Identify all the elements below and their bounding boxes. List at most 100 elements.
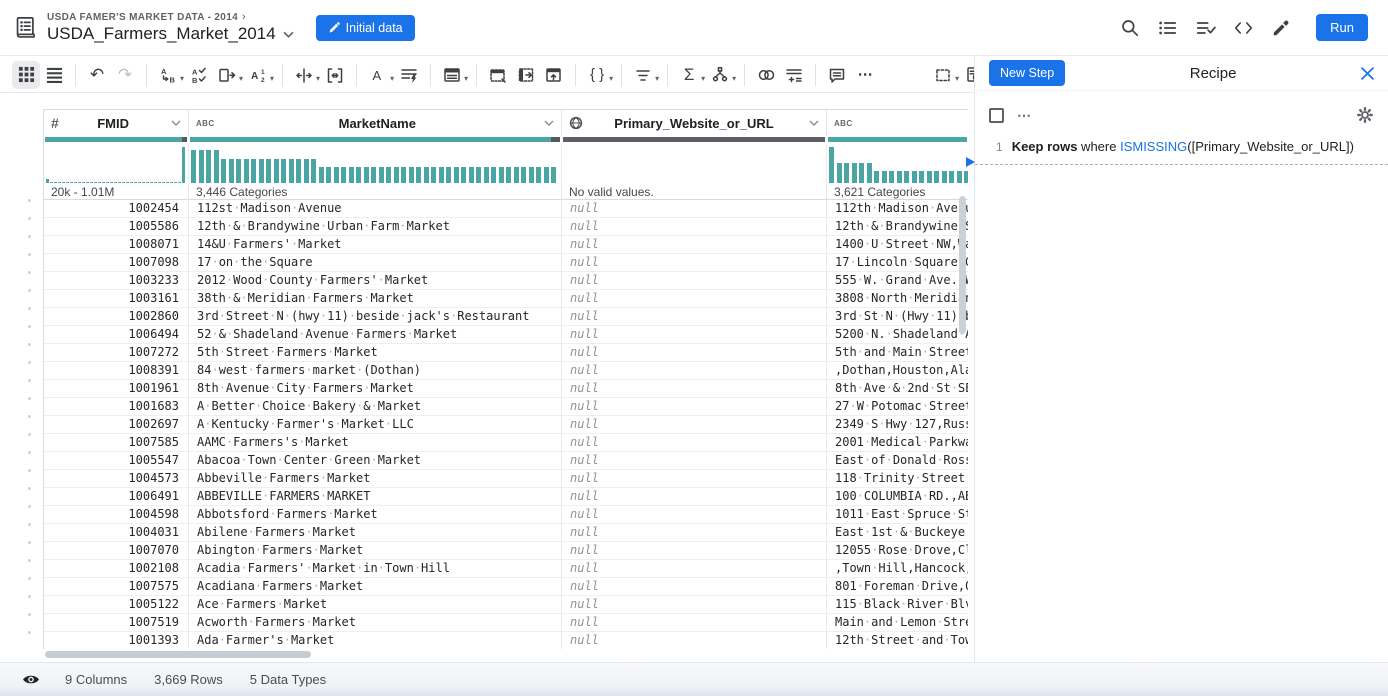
cell-address[interactable]: East·of·Donald·Ross· [827, 452, 968, 470]
cell-fmid[interactable]: 1006494 [44, 326, 189, 344]
replace-values-button[interactable]: AB [154, 61, 182, 89]
cell-fmid[interactable]: 1007575 [44, 578, 189, 596]
breadcrumb[interactable]: USDA FAMER'S MARKET DATA - 2014 › [47, 11, 294, 23]
status-rows-count[interactable]: 3,669 Rows [154, 672, 223, 687]
standardize-button[interactable]: AB [185, 61, 213, 89]
cell-marketname[interactable]: A·Kentucky·Farmer's·Market·LLC [189, 416, 562, 434]
eye-icon[interactable] [22, 673, 40, 686]
cell-url[interactable]: null [562, 560, 827, 578]
table-row[interactable]: 1004031Abilene·Farmers·MarketnullEast·1s… [44, 524, 968, 542]
column-histogram[interactable] [827, 144, 968, 184]
cell-marketname[interactable]: Abilene·Farmers·Market [189, 524, 562, 542]
quality-bar[interactable] [562, 137, 827, 142]
cell-url[interactable]: null [562, 398, 827, 416]
cell-fmid[interactable]: 1007272 [44, 344, 189, 362]
cell-address[interactable]: ,Town·Hill,Hancock,M [827, 560, 968, 578]
cell-fmid[interactable]: 1008071 [44, 236, 189, 254]
cell-address[interactable]: Main·and·Lemon·Stree [827, 614, 968, 632]
table-row[interactable]: 100709817·on·the·Squarenull17·Lincoln·Sq… [44, 254, 968, 272]
table-row[interactable]: 1007070Abington·Farmers·Marketnull12055·… [44, 542, 968, 560]
table-row[interactable]: 10028603rd·Street·N·(hwy·11)·beside·jack… [44, 308, 968, 326]
cell-url[interactable]: null [562, 254, 827, 272]
rows-menu-button[interactable] [438, 61, 466, 89]
row-to-header-button[interactable] [512, 61, 540, 89]
column-header-marketname[interactable]: ABC MarketName [189, 110, 562, 136]
select-columns-button[interactable] [929, 61, 957, 89]
redo-button[interactable]: ↷ [111, 61, 139, 89]
cell-fmid[interactable]: 1001393 [44, 632, 189, 649]
cell-address[interactable]: 3808·North·Meridian· [827, 290, 968, 308]
table-row[interactable]: 1007519Acworth·Farmers·MarketnullMain·an… [44, 614, 968, 632]
column-histogram[interactable] [189, 144, 562, 184]
vertical-scrollbar[interactable] [959, 196, 966, 334]
close-icon[interactable] [1361, 67, 1374, 80]
extract-column-button[interactable] [213, 61, 241, 89]
column-histogram[interactable] [44, 144, 189, 184]
table-row[interactable]: 1002454112st·Madison·Avenuenull112th·Mad… [44, 200, 968, 218]
cell-fmid[interactable]: 1001683 [44, 398, 189, 416]
cell-marketname[interactable]: 112st·Madison·Avenue [189, 200, 562, 218]
cell-url[interactable]: null [562, 632, 827, 649]
cell-address[interactable]: 801·Foreman·Drive,Op [827, 578, 968, 596]
table-row[interactable]: 1001683A·Better·Choice·Bakery·&·Marketnu… [44, 398, 968, 416]
cell-marketname[interactable]: Ace·Farmers·Market [189, 596, 562, 614]
cell-marketname[interactable]: 38th·&·Meridian·Farmers·Market [189, 290, 562, 308]
dropdown-caret[interactable]: ▾ [180, 74, 184, 83]
cell-marketname[interactable]: Abacoa·Town·Center·Green·Market [189, 452, 562, 470]
stack-button[interactable] [780, 61, 808, 89]
cell-marketname[interactable]: Acadiana·Farmers·Market [189, 578, 562, 596]
cell-address[interactable]: 118·Trinity·Street·a [827, 470, 968, 488]
cell-url[interactable]: null [562, 380, 827, 398]
cell-address[interactable]: 12th·&·Brandywine·St [827, 218, 968, 236]
cell-marketname[interactable]: 8th·Avenue·City·Farmers·Market [189, 380, 562, 398]
union-button[interactable] [752, 61, 780, 89]
cell-marketname[interactable]: 5th·Street·Farmers·Market [189, 344, 562, 362]
cell-marketname[interactable]: 84·west·farmers·market·(Dothan) [189, 362, 562, 380]
table-row[interactable]: 1007585AAMC·Farmers's·Marketnull2001·Med… [44, 434, 968, 452]
filter-rows-button[interactable] [629, 61, 657, 89]
cell-fmid[interactable]: 1003161 [44, 290, 189, 308]
cell-address[interactable]: 8th·Ave·&·2nd·St·SE, [827, 380, 968, 398]
cell-fmid[interactable]: 1008391 [44, 362, 189, 380]
table-row[interactable]: 1005547Abacoa·Town·Center·Green·Marketnu… [44, 452, 968, 470]
column-name[interactable]: FMID [59, 116, 167, 131]
cell-url[interactable]: null [562, 344, 827, 362]
cell-url[interactable]: null [562, 434, 827, 452]
quality-bar[interactable] [44, 137, 189, 142]
list-view-button[interactable] [40, 61, 68, 89]
cell-fmid[interactable]: 1006491 [44, 488, 189, 506]
select-all-checkbox[interactable] [989, 108, 1004, 123]
cell-marketname[interactable]: ABBEVILLE·FARMERS·MARKET [189, 488, 562, 506]
cell-address[interactable]: 3rd·St·N·(Hwy·11)·be [827, 308, 968, 326]
cell-url[interactable]: null [562, 362, 827, 380]
dropdown-caret[interactable]: ▾ [270, 74, 274, 83]
quality-bar[interactable] [189, 137, 562, 142]
run-button[interactable]: Run [1316, 14, 1368, 41]
cell-url[interactable]: null [562, 236, 827, 254]
column-header-partial[interactable]: ABC [827, 110, 968, 136]
expand-button[interactable] [321, 61, 349, 89]
split-column-button[interactable] [290, 61, 318, 89]
table-row[interactable]: 1006491ABBEVILLE·FARMERS·MARKETnull100·C… [44, 488, 968, 506]
status-columns-count[interactable]: 9 Columns [65, 672, 127, 687]
cell-address[interactable]: East·1st·&·Buckeye·S [827, 524, 968, 542]
dropdown-caret[interactable]: ▾ [316, 74, 320, 83]
cell-fmid[interactable]: 1005586 [44, 218, 189, 236]
table-row[interactable]: 100558612th·&·Brandywine·Urban·Farm·Mark… [44, 218, 968, 236]
promote-header-button[interactable] [540, 61, 568, 89]
cell-url[interactable]: null [562, 578, 827, 596]
cell-address[interactable]: 12th·Street·and·Town [827, 632, 968, 649]
cell-url[interactable]: null [562, 596, 827, 614]
cell-fmid[interactable]: 1005122 [44, 596, 189, 614]
cell-url[interactable]: null [562, 506, 827, 524]
cell-fmid[interactable]: 1002860 [44, 308, 189, 326]
dropdown-caret[interactable]: ▾ [655, 74, 659, 83]
table-row[interactable]: 1002697A·Kentucky·Farmer's·Market·LLCnul… [44, 416, 968, 434]
gear-icon[interactable] [1356, 106, 1374, 124]
cell-marketname[interactable]: Abbeville·Farmers·Market [189, 470, 562, 488]
cell-fmid[interactable]: 1001961 [44, 380, 189, 398]
count-match-button[interactable] [395, 61, 423, 89]
cell-fmid[interactable]: 1004598 [44, 506, 189, 524]
dropdown-caret[interactable]: ▾ [732, 74, 736, 83]
checklist-icon[interactable] [1195, 18, 1216, 38]
